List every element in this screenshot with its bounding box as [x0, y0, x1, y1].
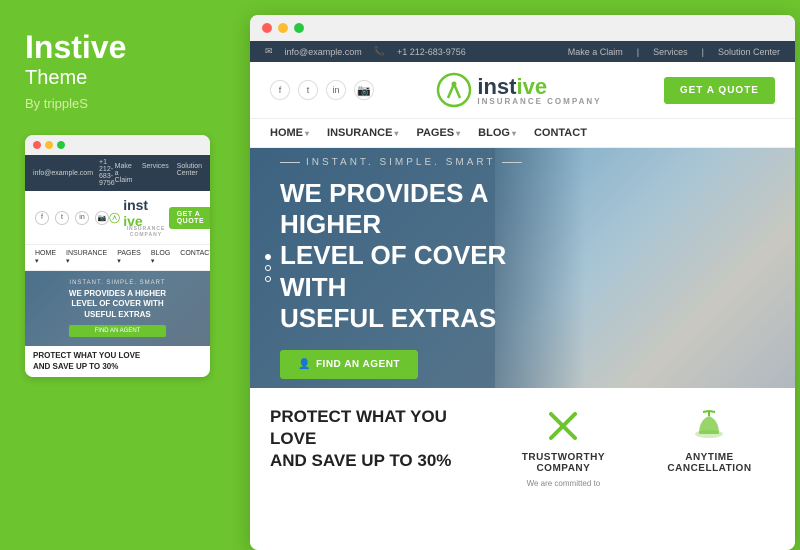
hero-dot-2[interactable] — [265, 265, 271, 271]
main-link-solution[interactable]: Solution Center — [718, 47, 780, 57]
cancellation-title: ANYTIMECANCELLATION — [644, 452, 775, 474]
mini-find-btn[interactable]: FIND AN AGENT — [69, 325, 166, 337]
main-logo: instive INSURANCE COMPANY — [436, 72, 601, 108]
mini-titlebar — [25, 135, 210, 155]
main-dot-red — [262, 23, 272, 33]
mini-nav-pages[interactable]: PAGES ▾ — [117, 250, 141, 265]
main-email: info@example.com — [285, 47, 362, 57]
mini-hero-tagline: INSTANT. SIMPLE. SMART — [69, 280, 166, 286]
mini-link-services: Services — [142, 163, 169, 184]
mini-protect-title: PROTECT WHAT YOU LOVEAND SAVE UP TO 30% — [33, 351, 202, 372]
mini-quote-button[interactable]: GET A QUOTE — [169, 207, 210, 229]
instagram-icon[interactable]: 📷 — [354, 80, 374, 100]
hero-dot-3[interactable] — [265, 276, 271, 282]
nav-home[interactable]: HOME ▾ — [270, 127, 309, 139]
mini-instagram-icon[interactable]: 📷 — [95, 211, 109, 225]
feature-cards: TRUSTWORTHYCOMPANY We are committed to A… — [498, 406, 775, 489]
nav-contact[interactable]: CONTACT — [534, 127, 587, 139]
logo-icon — [436, 72, 472, 108]
theme-title: Instive — [25, 30, 210, 65]
hero-title: WE PROVIDES A HIGHER LEVEL OF COVER WITH… — [280, 178, 547, 334]
main-divider1: | — [637, 47, 639, 57]
mini-link-solution: Solution Center — [177, 163, 202, 184]
cancellation-icon — [689, 406, 729, 446]
mini-nav-insurance[interactable]: INSURANCE ▾ — [66, 250, 107, 265]
main-bottom-section: PROTECT WHAT YOU LOVE AND SAVE UP TO 30%… — [250, 388, 795, 507]
find-agent-icon: 👤 — [298, 359, 311, 370]
hero-dot-1[interactable] — [265, 254, 271, 260]
nav-blog[interactable]: BLOG ▾ — [478, 127, 516, 139]
mini-topbar: info@example.com +1 212-683-9756 Make a … — [25, 155, 210, 191]
main-phone-icon: 📞 — [374, 46, 385, 57]
mini-twitter-icon[interactable]: t — [55, 211, 69, 225]
mini-bottom: PROTECT WHAT YOU LOVEAND SAVE UP TO 30% — [25, 346, 210, 377]
nav-insurance[interactable]: INSURANCE ▾ — [327, 127, 398, 139]
main-phone: +1 212-683-9756 — [397, 47, 466, 57]
mini-dot-yellow — [45, 141, 53, 149]
mini-nav: HOME ▾ INSURANCE ▾ PAGES ▾ BLOG ▾ CONTAC… — [25, 245, 210, 271]
mini-facebook-icon[interactable]: f — [35, 211, 49, 225]
mini-logo-icon — [109, 209, 120, 227]
logo-sub: INSURANCE COMPANY — [477, 97, 601, 106]
theme-author: By trippleS — [25, 96, 210, 111]
mini-logo-sub: INSURANCE COMPANY — [123, 226, 169, 238]
logo-text-green: ive — [517, 74, 548, 99]
twitter-icon[interactable]: t — [298, 80, 318, 100]
blog-arrow-icon: ▾ — [512, 129, 516, 138]
main-topbar: ✉ info@example.com 📞 +1 212-683-9756 Mak… — [250, 41, 795, 62]
mini-email: info@example.com — [33, 170, 93, 177]
trustworthy-card: TRUSTWORTHYCOMPANY We are committed to — [498, 406, 629, 489]
mini-dot-green — [57, 141, 65, 149]
main-browser: ✉ info@example.com 📞 +1 212-683-9756 Mak… — [250, 15, 795, 550]
mini-nav-home[interactable]: HOME ▾ — [35, 250, 56, 265]
mini-hero: INSTANT. SIMPLE. SMART WE PROVIDES A HIG… — [25, 271, 210, 346]
trustworthy-desc: We are committed to — [498, 478, 629, 489]
main-titlebar — [250, 15, 795, 41]
nav-pages[interactable]: PAGES ▾ — [416, 127, 460, 139]
insurance-arrow-icon: ▾ — [394, 129, 398, 138]
hero-dots — [265, 254, 271, 282]
protect-text-area: PROTECT WHAT YOU LOVE AND SAVE UP TO 30% — [270, 406, 478, 489]
trustworthy-icon — [543, 406, 583, 446]
main-nav: HOME ▾ INSURANCE ▾ PAGES ▾ BLOG ▾ CONTAC… — [250, 119, 795, 148]
main-divider2: | — [702, 47, 704, 57]
cancellation-card: ANYTIMECANCELLATION — [644, 406, 775, 489]
pages-arrow-icon: ▾ — [456, 129, 460, 138]
hero-content: INSTANT. SIMPLE. SMART WE PROVIDES A HIG… — [250, 148, 577, 388]
main-dot-green — [294, 23, 304, 33]
facebook-icon[interactable]: f — [270, 80, 290, 100]
theme-subtitle: Theme — [25, 67, 210, 90]
main-socials: f t in 📷 — [270, 80, 374, 100]
mini-nav-contact[interactable]: CONTACT — [180, 250, 210, 265]
main-header: f t in 📷 instive INSURANCE COMPANY GET A… — [250, 62, 795, 119]
mini-link-claim: Make a Claim — [115, 163, 134, 184]
main-quote-button[interactable]: GET A QUOTE — [664, 77, 775, 104]
linkedin-icon[interactable]: in — [326, 80, 346, 100]
mini-phone: +1 212-683-9756 — [99, 159, 115, 187]
home-arrow-icon: ▾ — [305, 129, 309, 138]
mini-socials: f t in 📷 — [35, 211, 109, 225]
mini-hero-title: WE PROVIDES A HIGHERLEVEL OF COVER WITHU… — [69, 289, 166, 320]
mini-nav-blog[interactable]: BLOG ▾ — [151, 250, 170, 265]
main-email-icon: ✉ — [265, 46, 273, 57]
hero-tagline: INSTANT. SIMPLE. SMART — [280, 157, 547, 168]
mini-linkedin-icon[interactable]: in — [75, 211, 89, 225]
mini-dot-red — [33, 141, 41, 149]
left-panel: Instive Theme By trippleS info@example.c… — [0, 0, 235, 550]
main-link-claim[interactable]: Make a Claim — [568, 47, 623, 57]
main-hero: INSTANT. SIMPLE. SMART WE PROVIDES A HIG… — [250, 148, 795, 388]
mini-browser-preview: info@example.com +1 212-683-9756 Make a … — [25, 135, 210, 377]
mini-header: f t in 📷 instive INSURANCE COMPANY — [25, 191, 210, 245]
mini-logo-dark: inst — [123, 197, 169, 213]
trustworthy-title: TRUSTWORTHYCOMPANY — [498, 452, 629, 474]
main-dot-yellow — [278, 23, 288, 33]
main-link-services[interactable]: Services — [653, 47, 688, 57]
mini-logo: instive INSURANCE COMPANY — [109, 197, 169, 238]
find-agent-button[interactable]: 👤 FIND AN AGENT — [280, 350, 418, 379]
logo-text-dark: inst — [477, 74, 516, 99]
protect-title: PROTECT WHAT YOU LOVE AND SAVE UP TO 30% — [270, 406, 478, 472]
